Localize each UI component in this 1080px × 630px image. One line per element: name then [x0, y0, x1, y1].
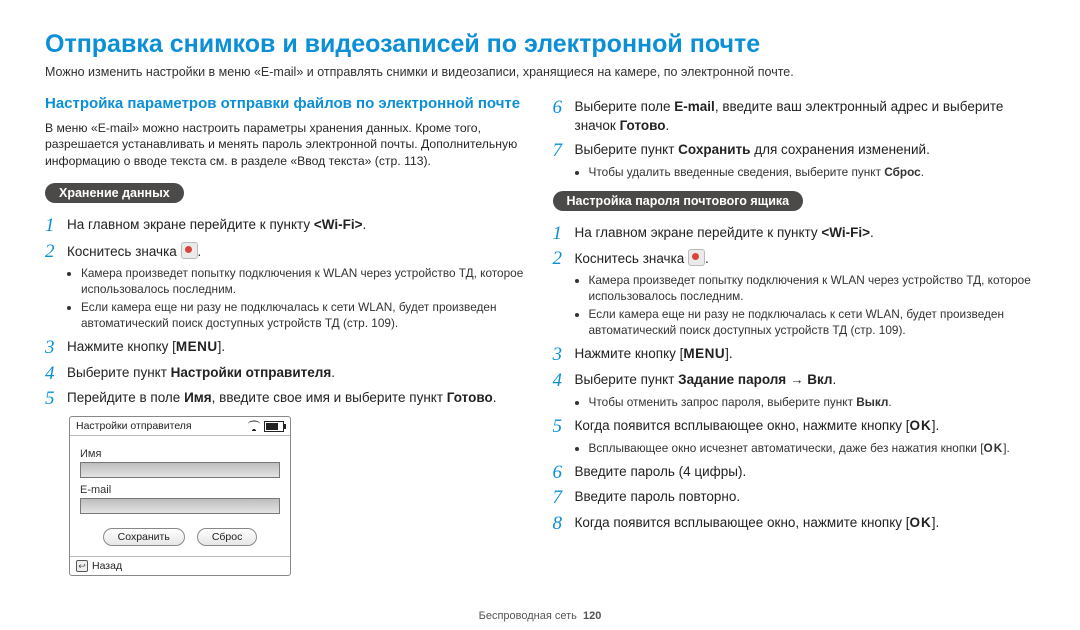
page-subtitle: Можно изменить настройки в меню «E-mail»… [45, 65, 1035, 79]
footer: Беспроводная сеть 120 [0, 610, 1080, 622]
right-column: 6 Выберите поле E-mail, введите ваш элек… [553, 93, 1036, 576]
menu-key: MENU [683, 346, 725, 361]
ok-key: OK [910, 515, 932, 530]
rt-step-6: 6 Выберите поле E-mail, введите ваш элек… [553, 98, 1036, 136]
r-step-5: 5 Когда появится всплывающее окно, нажми… [553, 417, 1036, 438]
email-icon [181, 242, 198, 259]
r-step-4-bullets: Чтобы отменить запрос пароля, выберите п… [553, 395, 1036, 411]
pill-password: Настройка пароля почтового ящика [553, 191, 804, 211]
left-intro: В меню «E-mail» можно настроить параметр… [45, 120, 528, 169]
footer-label: Беспроводная сеть [479, 610, 577, 622]
input-email[interactable] [80, 498, 280, 514]
ok-key: OK [910, 418, 932, 433]
rt-step-7: 7 Выберите пункт Сохранить для сохранени… [553, 141, 1036, 162]
r-step-3: 3 Нажмите кнопку [MENU]. [553, 345, 1036, 366]
label-name: Имя [80, 448, 280, 460]
input-name[interactable] [80, 462, 280, 478]
r-step-5-bullets: Всплывающее окно исчезнет автоматически,… [553, 441, 1036, 457]
wifi-icon [248, 421, 260, 431]
email-icon [688, 249, 705, 266]
columns: Настройка параметров отправки файлов по … [45, 93, 1035, 576]
r-step-2-bullets: Камера произведет попытку подключения к … [553, 273, 1036, 339]
battery-icon [264, 421, 284, 432]
back-icon[interactable]: ↩ [76, 560, 88, 572]
r-step-4: 4 Выберите пункт Задание пароля → Вкл. [553, 371, 1036, 392]
left-heading: Настройка параметров отправки файлов по … [45, 95, 528, 114]
rt-step-7-bullets: Чтобы удалить введенные сведения, выбери… [553, 165, 1036, 181]
back-label[interactable]: Назад [92, 560, 122, 572]
page: Отправка снимков и видеозаписей по элект… [0, 0, 1080, 630]
left-step-4: 4 Выберите пункт Настройки отправителя. [45, 364, 528, 385]
r-step-7: 7 Введите пароль повторно. [553, 488, 1036, 509]
r-step-2: 2 Коснитесь значка . [553, 249, 1036, 270]
r-step-8: 8 Когда появится всплывающее окно, нажми… [553, 514, 1036, 535]
save-button[interactable]: Сохранить [103, 528, 185, 546]
left-step-5: 5 Перейдите в поле Имя, введите свое имя… [45, 389, 528, 410]
r-step-6: 6 Введите пароль (4 цифры). [553, 463, 1036, 484]
left-step-2: 2 Коснитесь значка . [45, 242, 528, 263]
reset-button[interactable]: Сброс [197, 528, 258, 546]
left-step-1: 1 На главном экране перейдите к пункту <… [45, 216, 528, 237]
left-step-2-bullets: Камера произведет попытку подключения к … [45, 266, 528, 332]
menu-key: MENU [176, 339, 218, 354]
pill-storage: Хранение данных [45, 183, 184, 203]
left-step-3: 3 Нажмите кнопку [MENU]. [45, 338, 528, 359]
r-step-1: 1 На главном экране перейдите к пункту <… [553, 224, 1036, 245]
sender-settings-preview: Настройки отправителя Имя E-mail Сохрани… [69, 416, 291, 576]
label-email: E-mail [80, 484, 280, 496]
left-column: Настройка параметров отправки файлов по … [45, 93, 528, 576]
page-title: Отправка снимков и видеозаписей по элект… [45, 30, 1035, 59]
device-title: Настройки отправителя [76, 420, 192, 432]
page-number: 120 [583, 610, 601, 622]
